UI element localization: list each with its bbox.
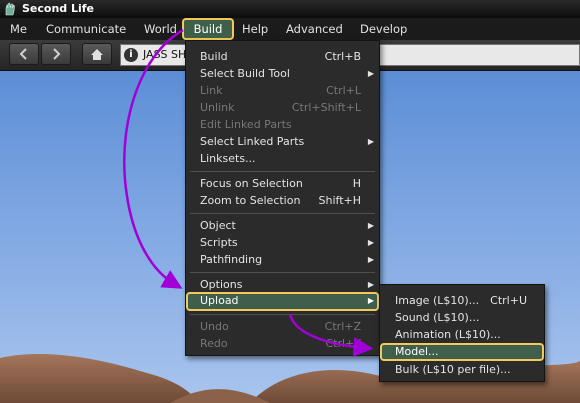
back-button[interactable] bbox=[9, 43, 39, 65]
menu-item-build[interactable]: Build Ctrl+B bbox=[186, 48, 379, 65]
menu-advanced[interactable]: Advanced bbox=[282, 18, 347, 40]
menu-help[interactable]: Help bbox=[238, 18, 272, 40]
app-title: Second Life bbox=[22, 2, 95, 15]
chevron-left-icon bbox=[19, 48, 27, 60]
submenu-arrow-icon: ▶ bbox=[367, 137, 374, 146]
menu-item-upload-bulk[interactable]: Bulk (L$10 per file)... bbox=[380, 361, 544, 378]
menu-item-select-build-tool[interactable]: Select Build Tool ▶ bbox=[186, 65, 379, 82]
menu-item-edit-linked-parts: Edit Linked Parts bbox=[200, 118, 292, 131]
second-life-hand-icon bbox=[5, 2, 15, 16]
submenu-arrow-icon: ▶ bbox=[367, 238, 374, 247]
home-button[interactable] bbox=[82, 43, 112, 65]
menu-separator bbox=[190, 272, 375, 273]
menu-item-upload[interactable]: Upload ▶ bbox=[186, 292, 379, 311]
menu-world[interactable]: World bbox=[140, 18, 181, 40]
menu-item-select-linked-parts[interactable]: Select Linked Parts ▶ bbox=[186, 133, 379, 150]
chevron-right-icon bbox=[53, 48, 61, 60]
submenu-arrow-icon: ▶ bbox=[367, 69, 374, 78]
menu-item-zoom-to-selection[interactable]: Zoom to Selection Shift+H bbox=[186, 192, 379, 209]
menu-item-linksets[interactable]: Linksets... bbox=[186, 150, 379, 167]
menu-item-pathfinding[interactable]: Pathfinding ▶ bbox=[186, 251, 379, 268]
menu-separator bbox=[190, 171, 375, 172]
forward-button[interactable] bbox=[41, 43, 71, 65]
menu-me[interactable]: Me bbox=[6, 18, 31, 40]
menu-item-scripts[interactable]: Scripts ▶ bbox=[186, 234, 379, 251]
upload-submenu: Image (L$10)... Ctrl+U Sound (L$10)... A… bbox=[379, 284, 545, 382]
submenu-arrow-icon: ▶ bbox=[367, 255, 374, 264]
menu-item-redo: Redo Ctrl+Y bbox=[200, 337, 361, 350]
menu-item-link: Link Ctrl+L bbox=[200, 84, 361, 97]
submenu-arrow-icon: ▶ bbox=[367, 296, 374, 305]
window-title-bar: Second Life bbox=[0, 0, 580, 18]
menu-item-unlink: Unlink Ctrl+Shift+L bbox=[200, 101, 361, 114]
menu-separator bbox=[190, 213, 375, 214]
menu-item-options[interactable]: Options ▶ bbox=[186, 276, 379, 293]
menu-item-focus-on-selection[interactable]: Focus on Selection H bbox=[186, 175, 379, 192]
build-menu: Build Ctrl+B Select Build Tool ▶ Link Ct… bbox=[185, 40, 380, 356]
menu-item-object[interactable]: Object ▶ bbox=[186, 217, 379, 234]
info-icon[interactable]: i bbox=[124, 48, 138, 62]
home-icon bbox=[91, 49, 103, 60]
menu-develop[interactable]: Develop bbox=[356, 18, 411, 40]
menu-item-upload-image[interactable]: Image (L$10)... Ctrl+U bbox=[380, 292, 544, 309]
menu-item-upload-sound[interactable]: Sound (L$10)... bbox=[380, 309, 544, 326]
submenu-arrow-icon: ▶ bbox=[367, 221, 374, 230]
location-text: JASS SH bbox=[143, 48, 187, 61]
menu-item-upload-animation[interactable]: Animation (L$10)... bbox=[380, 326, 544, 343]
menu-communicate[interactable]: Communicate bbox=[42, 18, 130, 40]
main-menu-bar: Me Communicate World Build Help Advanced… bbox=[0, 18, 580, 41]
menu-item-undo: Undo Ctrl+Z bbox=[200, 320, 361, 333]
menu-item-upload-model[interactable]: Model... bbox=[380, 343, 544, 361]
menu-build[interactable]: Build bbox=[182, 18, 234, 40]
submenu-arrow-icon: ▶ bbox=[367, 280, 374, 289]
menu-separator bbox=[190, 314, 375, 315]
